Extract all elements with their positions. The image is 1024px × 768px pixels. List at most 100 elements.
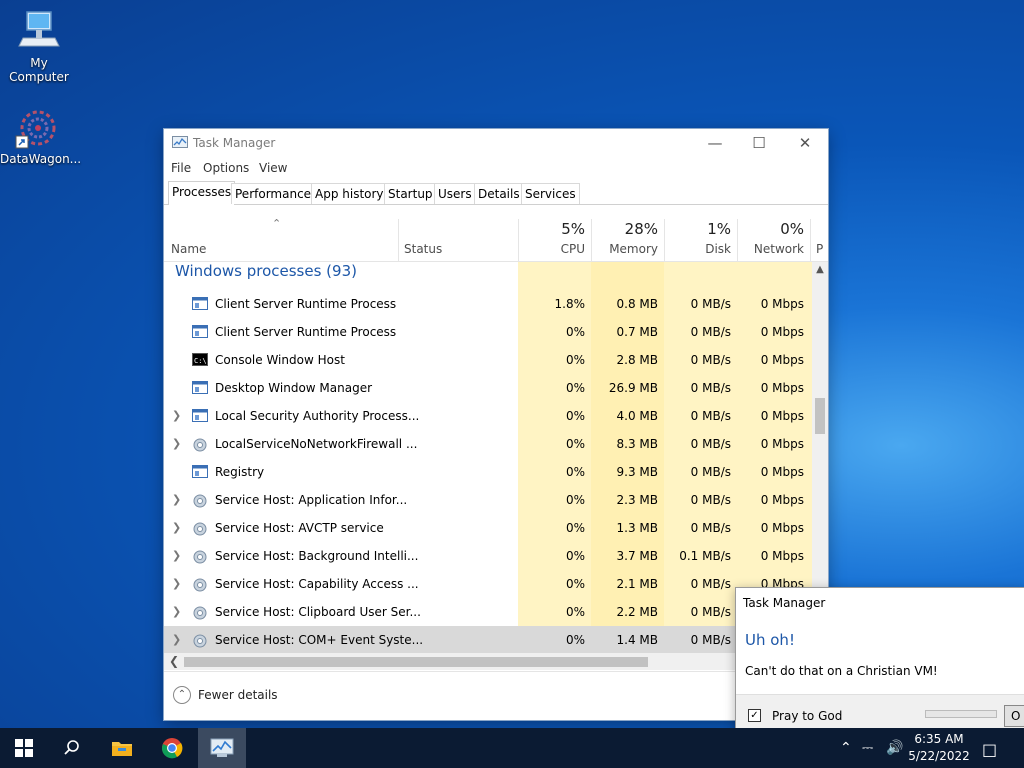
process-row[interactable]: Client Server Runtime Process 0% 0.7 MB 0 M… [164,318,812,346]
expand-chevron-icon[interactable]: ❯ [172,605,181,618]
expand-chevron-icon[interactable]: ❯ [172,633,181,646]
fewer-details-link[interactable]: Fewer details [198,688,278,702]
chevron-up-icon[interactable]: ⌃ [173,686,191,704]
network-cell: 0 Mbps [760,409,804,423]
expand-chevron-icon[interactable]: ❯ [172,493,181,506]
sort-arrow-icon: ⌃ [272,217,282,230]
process-row[interactable]: ❯ Service Host: Application Infor... 0% 2.3… [164,486,812,514]
process-list: Windows processes (93) Client Server Run… [164,262,812,653]
column-name[interactable]: Name [171,242,206,256]
horizontal-scrollbar[interactable]: ❮ [164,653,812,670]
network-icon[interactable]: ⎓ [862,740,873,756]
window-icon [192,297,208,311]
expand-chevron-icon[interactable]: ❯ [172,409,181,422]
process-row[interactable]: Client Server Runtime Process 1.8% 0.8 MB 0… [164,290,812,318]
search-icon [64,740,79,755]
pray-checkbox-label[interactable]: Pray to God [772,709,842,723]
cpu-cell: 0% [565,493,585,507]
window-icon [192,465,208,479]
tab-details[interactable]: Details [474,183,524,204]
chrome-icon [162,738,183,759]
minimize-button[interactable]: — [692,129,738,157]
dialog-title: Task Manager [743,596,826,610]
column-disk[interactable]: Disk [665,242,731,256]
chrome-button[interactable] [148,728,196,768]
process-name: Service Host: Application Infor... [215,493,408,507]
group-header[interactable]: Windows processes (93) [175,262,357,280]
process-row[interactable]: Registry 0% 9.3 MB 0 MB/s 0 Mbps [164,458,812,486]
memory-cell: 0.8 MB [616,297,658,311]
process-name: Service Host: Clipboard User Ser... [215,605,421,619]
progress-bar [925,710,997,718]
column-network[interactable]: Network [738,242,804,256]
process-row[interactable]: C:\ Console Window Host 0% 2.8 MB 0 MB/s 0 Mb… [164,346,812,374]
tab-performance[interactable]: Performance [231,183,316,204]
scroll-thumb[interactable] [184,657,648,667]
tab-users[interactable]: Users [434,183,476,204]
memory-cell: 2.1 MB [616,577,658,591]
pray-checkbox[interactable]: ✓ [748,709,761,722]
scroll-up-icon[interactable]: ▲ [812,264,828,275]
tab-startup[interactable]: Startup [384,183,437,204]
column-status[interactable]: Status [404,242,442,256]
desktop-icon-datawagon[interactable]: DataWagon... [0,106,81,166]
search-button[interactable] [48,728,96,768]
column-memory[interactable]: Memory [592,242,658,256]
process-row[interactable]: Desktop Window Manager 0% 26.9 MB 0 MB/s 0 M… [164,374,812,402]
ok-button[interactable]: O [1004,705,1024,727]
cpu-total: 5% [561,220,585,238]
column-cpu[interactable]: CPU [519,242,585,256]
process-name: Service Host: Background Intelli... [215,549,419,563]
process-row[interactable]: ❯ LocalServiceNoNetworkFirewall ... 0% 8.3 … [164,430,812,458]
process-row[interactable]: ❯ Service Host: Background Intelli... 0% 3.… [164,542,812,570]
tab-services[interactable]: Services [521,183,580,204]
process-row[interactable]: ❯ Service Host: COM+ Event Syste... 0% 1.4 … [164,626,812,653]
tab-processes[interactable]: Processes [168,181,236,205]
memory-cell: 2.3 MB [616,493,658,507]
volume-icon[interactable]: 🔊 [886,740,903,756]
menu-file[interactable]: File [171,161,191,175]
start-button[interactable] [0,728,48,768]
cpu-cell: 0% [565,353,585,367]
menu-options[interactable]: Options [203,161,249,175]
cpu-cell: 0% [565,465,585,479]
tab-app-history[interactable]: App history [311,183,388,204]
disk-cell: 0 MB/s [690,353,731,367]
disk-cell: 0.1 MB/s [679,549,731,563]
chevron-up-icon[interactable]: ⌃ [840,740,852,756]
process-row[interactable]: ❯ Service Host: AVCTP service 0% 1.3 MB 0 MB… [164,514,812,542]
notification-icon[interactable]: □ [982,740,997,759]
desktop-icon-my-computer[interactable]: My Computer [1,10,77,84]
file-explorer-button[interactable] [98,728,146,768]
process-row[interactable]: ❯ Service Host: Clipboard User Ser... 0% 2.… [164,598,812,626]
process-name: Console Window Host [215,353,345,367]
column-power-partial[interactable]: P [816,242,826,256]
expand-chevron-icon[interactable]: ❯ [172,577,181,590]
gear-icon [192,437,208,452]
memory-cell: 1.3 MB [616,521,658,535]
memory-cell: 3.7 MB [616,549,658,563]
window-icon [192,409,208,423]
window-title: Task Manager [193,136,276,150]
expand-chevron-icon[interactable]: ❯ [172,549,181,562]
memory-cell: 26.9 MB [608,381,658,395]
title-bar[interactable]: Task Manager — ☐ ✕ [164,129,828,157]
window-icon [192,325,208,339]
close-button[interactable]: ✕ [782,129,828,157]
clock[interactable]: 6:35 AM 5/22/2022 [904,731,974,765]
task-manager-taskbar-button[interactable] [198,728,246,768]
scroll-thumb[interactable] [815,398,825,434]
network-cell: 0 Mbps [760,493,804,507]
expand-chevron-icon[interactable]: ❯ [172,521,181,534]
process-row[interactable]: ❯ Service Host: Capability Access ... 0% 2.… [164,570,812,598]
folder-icon [112,742,132,756]
menu-view[interactable]: View [259,161,287,175]
disk-cell: 0 MB/s [690,381,731,395]
expand-chevron-icon[interactable]: ❯ [172,437,181,450]
scroll-left-icon[interactable]: ❮ [169,654,179,668]
menu-bar: File Options View [164,157,828,181]
process-row[interactable]: ❯ Local Security Authority Process... 0% 4.… [164,402,812,430]
cpu-cell: 0% [565,577,585,591]
datawagon-icon [14,106,62,150]
maximize-button[interactable]: ☐ [736,129,782,157]
